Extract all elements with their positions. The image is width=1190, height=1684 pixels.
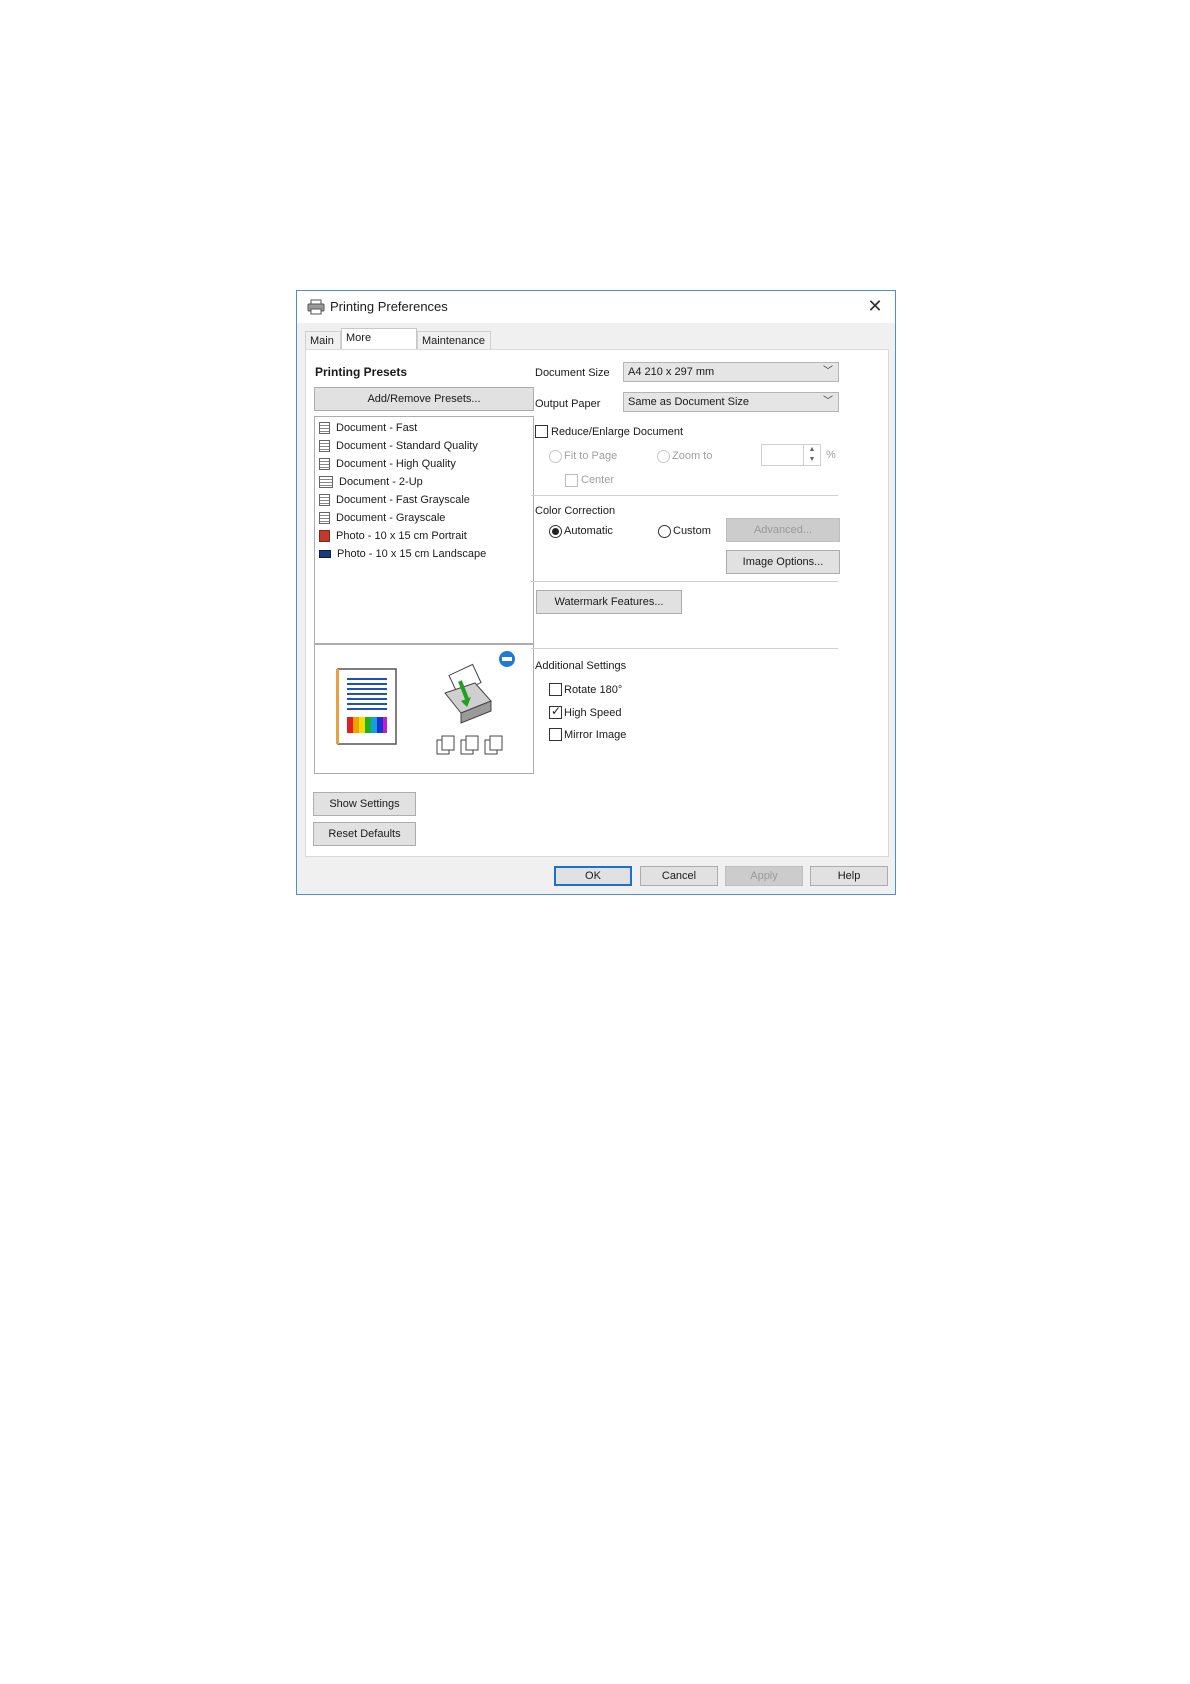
- center-checkbox[interactable]: [565, 474, 578, 487]
- reduce-enlarge-checkbox[interactable]: [535, 425, 548, 438]
- info-icon: [499, 651, 515, 667]
- printer-icon: [307, 299, 325, 315]
- show-settings-button[interactable]: Show Settings: [313, 792, 416, 816]
- window-title: Printing Preferences: [330, 299, 448, 314]
- high-speed-label: High Speed: [564, 707, 622, 719]
- page-preview-icon: [336, 668, 397, 745]
- output-paper-select[interactable]: Same as Document Size ﹀: [623, 392, 839, 412]
- spin-down-icon[interactable]: ▼: [803, 455, 820, 465]
- reset-defaults-button[interactable]: Reset Defaults: [313, 822, 416, 846]
- close-icon[interactable]: ✕: [863, 295, 887, 317]
- presets-list: Document - Fast Document - Standard Qual…: [314, 416, 534, 644]
- high-speed-checkbox[interactable]: ✓: [549, 704, 562, 719]
- photo-portrait-icon: [319, 530, 330, 543]
- cancel-button[interactable]: Cancel: [640, 866, 718, 886]
- rotate-180-checkbox[interactable]: [549, 683, 562, 696]
- photo-landscape-icon: [319, 550, 331, 559]
- list-item[interactable]: Photo - 10 x 15 cm Portrait: [319, 528, 467, 545]
- advanced-button[interactable]: Advanced...: [726, 518, 840, 542]
- zoom-to-radio[interactable]: [657, 450, 670, 463]
- presets-heading: Printing Presets: [315, 365, 408, 379]
- document-icon: [319, 458, 330, 471]
- ok-button[interactable]: OK: [554, 866, 632, 886]
- tab-maintenance[interactable]: Maintenance: [417, 331, 491, 349]
- add-remove-presets-button[interactable]: Add/Remove Presets...: [314, 387, 534, 411]
- document-size-label: Document Size: [535, 367, 610, 379]
- color-correction-heading: Color Correction: [535, 505, 616, 517]
- preview-graphic: [336, 651, 515, 755]
- custom-label: Custom: [673, 525, 711, 537]
- title-bar: Printing Preferences ✕: [297, 291, 895, 323]
- fit-to-page-radio[interactable]: [549, 450, 562, 463]
- mirror-image-checkbox[interactable]: [549, 728, 562, 741]
- apply-button[interactable]: Apply: [725, 866, 803, 886]
- center-label: Center: [581, 474, 615, 486]
- settings-preview: [314, 644, 534, 774]
- tab-more-options[interactable]: More Options: [341, 328, 417, 362]
- chevron-down-icon: ﹀: [823, 396, 833, 407]
- chevron-down-icon: ﹀: [823, 366, 833, 377]
- mirror-image-label: Mirror Image: [564, 729, 627, 741]
- fit-to-page-label: Fit to Page: [564, 450, 618, 462]
- printing-preferences-dialog: Printing Preferences ✕ Main More Options…: [296, 290, 896, 895]
- automatic-label: Automatic: [564, 525, 613, 537]
- zoom-to-label: Zoom to: [672, 450, 713, 462]
- document-icon: [319, 512, 330, 525]
- list-item[interactable]: Document - 2-Up: [319, 474, 423, 491]
- reduce-enlarge-label: Reduce/Enlarge Document: [551, 426, 684, 438]
- image-options-button[interactable]: Image Options...: [726, 550, 840, 574]
- help-button[interactable]: Help: [810, 866, 888, 886]
- tab-main[interactable]: Main: [305, 331, 341, 349]
- spin-up-icon[interactable]: ▲: [803, 445, 820, 455]
- checkmark-icon: ✓: [551, 704, 562, 718]
- document-size-select[interactable]: A4 210 x 297 mm ﹀: [623, 362, 839, 382]
- list-item[interactable]: Document - Grayscale: [319, 510, 445, 527]
- watermark-features-button[interactable]: Watermark Features...: [536, 590, 682, 614]
- divider: [531, 648, 838, 649]
- more-options-panel: Printing Presets Add/Remove Presets... D…: [305, 349, 889, 857]
- additional-settings-heading: Additional Settings: [535, 660, 627, 672]
- list-item[interactable]: Document - Standard Quality: [319, 438, 478, 455]
- automatic-radio[interactable]: [549, 525, 562, 538]
- list-item[interactable]: Document - Fast: [319, 420, 417, 437]
- list-item[interactable]: Photo - 10 x 15 cm Landscape: [319, 546, 486, 563]
- list-item[interactable]: Document - Fast Grayscale: [319, 492, 470, 509]
- rotate-180-label: Rotate 180°: [564, 684, 623, 696]
- divider: [531, 495, 838, 496]
- printer-feed-icon: [444, 663, 492, 724]
- document-icon: [319, 440, 330, 453]
- document-icon: [319, 494, 330, 507]
- custom-radio[interactable]: [658, 525, 671, 538]
- list-item[interactable]: Document - High Quality: [319, 456, 456, 473]
- two-up-icon: [319, 476, 333, 489]
- document-icon: [319, 422, 330, 435]
- output-paper-label: Output Paper: [535, 398, 601, 410]
- zoom-percent-stepper[interactable]: ▲ ▼: [761, 444, 821, 466]
- copies-icon: [436, 735, 503, 755]
- percent-label: %: [826, 449, 836, 461]
- divider: [531, 581, 838, 582]
